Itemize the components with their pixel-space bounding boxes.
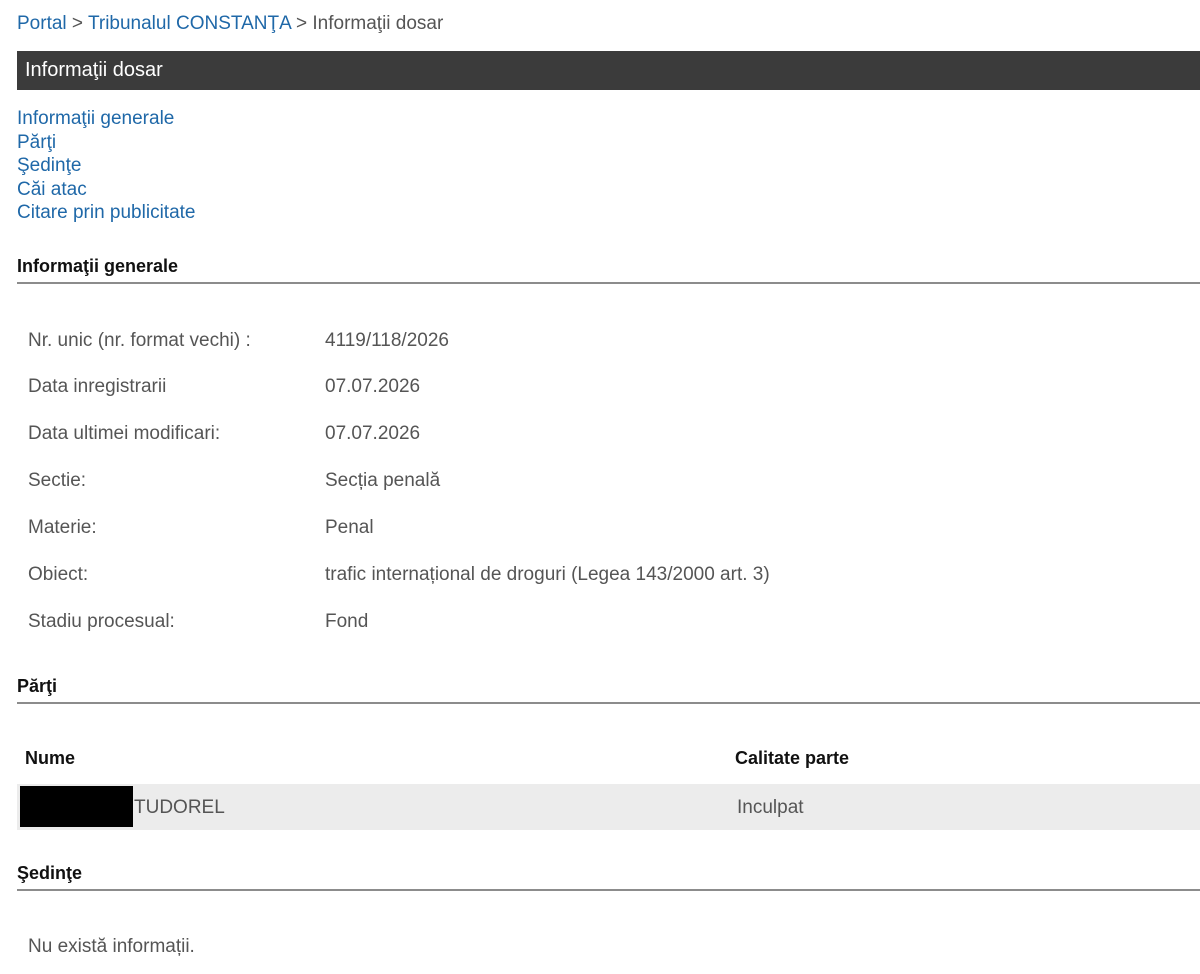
field-value-stadiu-procesual: Fond <box>325 611 369 632</box>
nav-link-cai-atac[interactable]: Căi atac <box>17 178 195 202</box>
section-divider <box>17 282 1200 284</box>
breadcrumb-current: Informaţii dosar <box>312 13 444 34</box>
field-value-sectie: Secția penală <box>325 470 441 491</box>
section-heading-parti: Părţi <box>17 676 58 696</box>
party-role: Inculpat <box>737 797 804 818</box>
field-value-data-ultimei-modificari: 07.07.2026 <box>325 423 421 444</box>
breadcrumb-separator: > <box>295 13 308 34</box>
section-heading-informatii-generale: Informaţii generale <box>17 256 179 276</box>
empty-state-text: Nu există informații. <box>28 936 195 957</box>
column-header-calitate-parte: Calitate parte <box>735 748 850 768</box>
breadcrumb-court-link[interactable]: Tribunalul CONSTANŢA <box>88 13 291 34</box>
nav-link-sedinte[interactable]: Şedinţe <box>17 154 195 178</box>
table-row: TUDOREL Inculpat <box>17 784 1200 830</box>
field-value-data-inregistrarii: 07.07.2026 <box>325 376 421 397</box>
nav-link-parti[interactable]: Părţi <box>17 131 195 155</box>
field-label-materie: Materie: <box>28 517 97 538</box>
field-label-data-ultimei-modificari: Data ultimei modificari: <box>28 423 221 444</box>
field-value-obiect: trafic internațional de droguri (Legea 1… <box>325 564 770 585</box>
field-label-stadiu-procesual: Stadiu procesual: <box>28 611 175 632</box>
breadcrumb-portal-link[interactable]: Portal <box>17 13 67 34</box>
breadcrumb: Portal > Tribunalul CONSTANŢA > Informaţ… <box>17 12 443 36</box>
section-heading-sedinte: Şedinţe <box>17 863 83 883</box>
field-label-obiect: Obiect: <box>28 564 89 585</box>
field-label-data-inregistrarii: Data inregistrarii <box>28 376 167 397</box>
field-label-sectie: Sectie: <box>28 470 87 491</box>
breadcrumb-separator: > <box>71 13 84 34</box>
section-divider <box>17 702 1200 704</box>
field-value-nr-unic: 4119/118/2026 <box>325 330 449 351</box>
redaction-block <box>20 786 133 827</box>
nav-link-citare-prin-publicitate[interactable]: Citare prin publicitate <box>17 201 195 225</box>
section-nav: Informaţii generale Părţi Şedinţe Căi at… <box>17 107 195 225</box>
party-name: TUDOREL <box>134 797 225 818</box>
field-value-materie: Penal <box>325 517 374 538</box>
nav-link-informatii-generale[interactable]: Informaţii generale <box>17 107 195 131</box>
page-title: Informaţii dosar <box>17 51 1200 90</box>
field-label-nr-unic: Nr. unic (nr. format vechi) : <box>28 330 251 351</box>
section-divider <box>17 889 1200 891</box>
column-header-nume: Nume <box>25 748 76 768</box>
